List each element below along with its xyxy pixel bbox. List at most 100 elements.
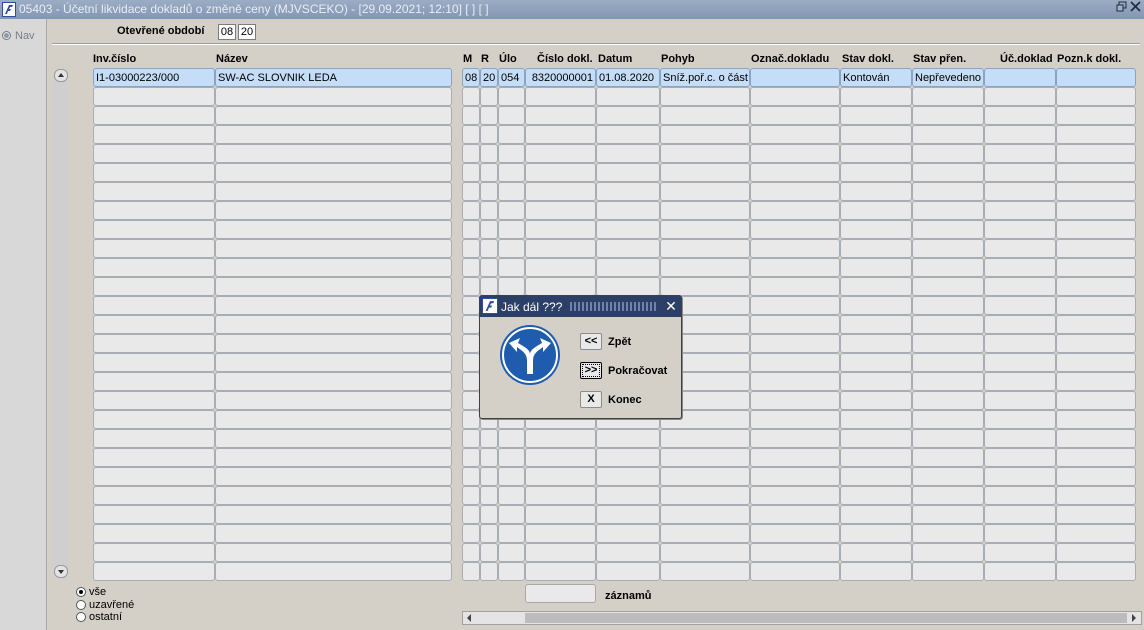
cell-cislo-dokl[interactable] <box>525 182 596 201</box>
cell-pozn-k-dokl[interactable] <box>1056 562 1136 581</box>
cell-ulo[interactable] <box>498 505 525 524</box>
cell-cislo-dokl[interactable] <box>525 277 596 296</box>
cell-stav-dokl[interactable]: Kontován <box>840 68 912 87</box>
cell-pohyb[interactable] <box>660 524 750 543</box>
cell-datum[interactable] <box>596 543 660 562</box>
period-month-field[interactable]: 08 <box>218 24 236 40</box>
cell-m[interactable] <box>462 277 480 296</box>
cell-ulo[interactable]: 054 <box>498 68 525 87</box>
cell-nazev[interactable] <box>215 220 452 239</box>
cell-cislo-dokl[interactable] <box>525 543 596 562</box>
cell-inv-cislo[interactable] <box>93 125 215 144</box>
cell-stav-pren[interactable] <box>912 543 984 562</box>
cell-nazev[interactable] <box>215 144 452 163</box>
cell-m[interactable] <box>462 353 480 372</box>
cell-m[interactable] <box>462 239 480 258</box>
cell-uc-doklad[interactable] <box>984 410 1056 429</box>
cell-ulo[interactable] <box>498 486 525 505</box>
cell-stav-dokl[interactable] <box>840 163 912 182</box>
cell-oznac-dokladu[interactable] <box>750 315 840 334</box>
filter-radio-ostatni[interactable] <box>76 612 86 622</box>
cell-cislo-dokl[interactable] <box>525 505 596 524</box>
cell-stav-dokl[interactable] <box>840 524 912 543</box>
cell-stav-pren[interactable] <box>912 372 984 391</box>
cell-r[interactable] <box>480 87 498 106</box>
cell-inv-cislo[interactable] <box>93 201 215 220</box>
cell-datum[interactable] <box>596 448 660 467</box>
cell-nazev[interactable] <box>215 353 452 372</box>
cell-ulo[interactable] <box>498 258 525 277</box>
cell-pozn-k-dokl[interactable] <box>1056 239 1136 258</box>
cell-pohyb[interactable] <box>660 543 750 562</box>
cell-nazev[interactable] <box>215 486 452 505</box>
cell-m[interactable] <box>462 220 480 239</box>
cell-r[interactable] <box>480 277 498 296</box>
cell-stav-dokl[interactable] <box>840 410 912 429</box>
cell-ulo[interactable] <box>498 220 525 239</box>
cell-pohyb[interactable] <box>660 106 750 125</box>
cell-pozn-k-dokl[interactable] <box>1056 68 1136 87</box>
cell-oznac-dokladu[interactable] <box>750 486 840 505</box>
cell-ulo[interactable] <box>498 125 525 144</box>
cell-oznac-dokladu[interactable] <box>750 220 840 239</box>
cell-oznac-dokladu[interactable] <box>750 543 840 562</box>
cell-r[interactable] <box>480 144 498 163</box>
cell-oznac-dokladu[interactable] <box>750 277 840 296</box>
cell-uc-doklad[interactable] <box>984 543 1056 562</box>
cell-inv-cislo[interactable] <box>93 467 215 486</box>
cell-inv-cislo[interactable] <box>93 543 215 562</box>
cell-stav-pren[interactable] <box>912 562 984 581</box>
cell-nazev[interactable] <box>215 239 452 258</box>
cell-inv-cislo[interactable] <box>93 258 215 277</box>
cell-inv-cislo[interactable] <box>93 391 215 410</box>
cell-datum[interactable] <box>596 125 660 144</box>
cell-stav-pren[interactable] <box>912 239 984 258</box>
cell-r[interactable] <box>480 182 498 201</box>
cell-uc-doklad[interactable] <box>984 448 1056 467</box>
cell-ulo[interactable] <box>498 163 525 182</box>
cell-datum[interactable]: 01.08.2020 <box>596 68 660 87</box>
cell-datum[interactable] <box>596 562 660 581</box>
cell-m[interactable] <box>462 258 480 277</box>
cell-pozn-k-dokl[interactable] <box>1056 543 1136 562</box>
cell-stav-pren[interactable] <box>912 201 984 220</box>
cell-nazev[interactable] <box>215 448 452 467</box>
cell-m[interactable]: 08 <box>462 68 480 87</box>
cell-stav-pren[interactable] <box>912 182 984 201</box>
cell-stav-pren[interactable] <box>912 467 984 486</box>
cell-datum[interactable] <box>596 163 660 182</box>
cell-nazev[interactable] <box>215 277 452 296</box>
cell-pozn-k-dokl[interactable] <box>1056 258 1136 277</box>
cell-m[interactable] <box>462 467 480 486</box>
cell-uc-doklad[interactable] <box>984 182 1056 201</box>
cell-m[interactable] <box>462 372 480 391</box>
cell-nazev[interactable] <box>215 410 452 429</box>
continue-label[interactable]: Pokračovat <box>608 365 667 377</box>
cell-inv-cislo[interactable] <box>93 448 215 467</box>
cell-r[interactable] <box>480 486 498 505</box>
cell-uc-doklad[interactable] <box>984 144 1056 163</box>
cell-cislo-dokl[interactable] <box>525 448 596 467</box>
cell-stav-dokl[interactable] <box>840 277 912 296</box>
cell-oznac-dokladu[interactable] <box>750 467 840 486</box>
cell-r[interactable] <box>480 562 498 581</box>
cell-stav-dokl[interactable] <box>840 505 912 524</box>
cell-m[interactable] <box>462 201 480 220</box>
back-label[interactable]: Zpět <box>608 336 631 348</box>
cell-stav-pren[interactable] <box>912 410 984 429</box>
cell-stav-pren[interactable]: Nepřevedeno <box>912 68 984 87</box>
cell-nazev[interactable] <box>215 296 452 315</box>
cell-inv-cislo[interactable] <box>93 562 215 581</box>
cell-uc-doklad[interactable] <box>984 505 1056 524</box>
cell-oznac-dokladu[interactable] <box>750 144 840 163</box>
cell-pozn-k-dokl[interactable] <box>1056 106 1136 125</box>
horizontal-scroll-thumb[interactable] <box>525 613 1127 623</box>
cell-m[interactable] <box>462 182 480 201</box>
cell-m[interactable] <box>462 448 480 467</box>
cell-nazev[interactable] <box>215 391 452 410</box>
cell-cislo-dokl[interactable] <box>525 144 596 163</box>
cell-stav-pren[interactable] <box>912 334 984 353</box>
cell-datum[interactable] <box>596 106 660 125</box>
restore-window-icon[interactable] <box>1114 1 1128 16</box>
cell-ulo[interactable] <box>498 277 525 296</box>
